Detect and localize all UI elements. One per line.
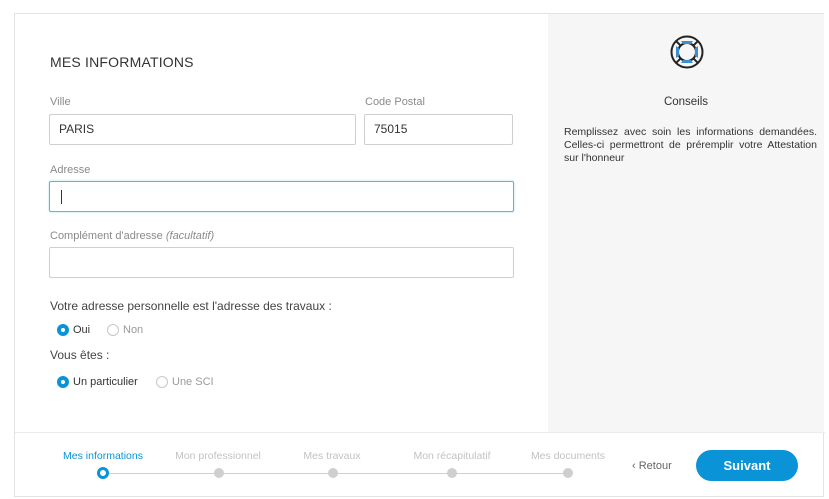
step-mes-travaux[interactable]: Mes travaux (277, 450, 387, 462)
radio-sci-dot (156, 376, 168, 388)
radio-non-dot (107, 324, 119, 336)
radio-sci[interactable]: Une SCI (156, 376, 214, 388)
help-text: Remplissez avec soin les informations de… (564, 126, 817, 164)
radio-oui-label: Oui (73, 324, 91, 336)
adresse-input[interactable] (49, 181, 514, 212)
help-panel: Conseils Remplissez avec soin les inform… (548, 14, 824, 432)
radio-particulier[interactable]: Un particulier (57, 376, 138, 388)
radio-sci-label: Une SCI (172, 376, 214, 388)
help-title: Conseils (663, 96, 709, 108)
step-mon-recapitulatif[interactable]: Mon récapitulatif (397, 450, 507, 462)
next-button[interactable]: Suivant (696, 450, 798, 481)
radio-oui[interactable]: Oui (57, 324, 90, 336)
form-card: Conseils Remplissez avec soin les inform… (14, 13, 825, 497)
code-postal-label: Code Postal (365, 96, 425, 108)
code-postal-input[interactable]: 75015 (364, 114, 513, 145)
adresse-label: Adresse (50, 164, 91, 176)
step-mes-documents[interactable]: Mes documents (513, 450, 623, 462)
back-button[interactable]: ‹ Retour (632, 460, 672, 472)
lifebuoy-icon (670, 35, 704, 69)
radio-particulier-dot (57, 376, 69, 388)
step-node-5[interactable] (563, 468, 573, 478)
question-travaux-label: Votre adresse personnelle est l'adresse … (50, 299, 332, 313)
text-cursor (61, 190, 62, 204)
question-statut-label: Vous êtes : (50, 348, 110, 362)
complement-label: Complément d'adresse (facultatif) (50, 230, 214, 242)
ville-label: Ville (50, 96, 71, 108)
step-mes-informations[interactable]: Mes informations (48, 450, 158, 462)
radio-non[interactable]: Non (107, 324, 143, 336)
radio-oui-dot (57, 324, 69, 336)
radio-particulier-label: Un particulier (73, 376, 138, 388)
ville-input[interactable]: PARIS (49, 114, 356, 145)
radio-non-label: Non (123, 324, 144, 336)
step-node-1[interactable] (97, 467, 109, 479)
page-title: MES INFORMATIONS (50, 54, 194, 70)
footer-divider (15, 432, 825, 433)
complement-label-text: Complément d'adresse (50, 230, 163, 242)
optional-hint: (facultatif) (165, 230, 215, 242)
stepper-track (108, 473, 568, 474)
step-node-2[interactable] (214, 468, 224, 478)
step-node-4[interactable] (447, 468, 457, 478)
step-mon-professionnel[interactable]: Mon professionnel (163, 450, 273, 462)
step-node-3[interactable] (328, 468, 338, 478)
complement-input[interactable] (49, 247, 514, 278)
